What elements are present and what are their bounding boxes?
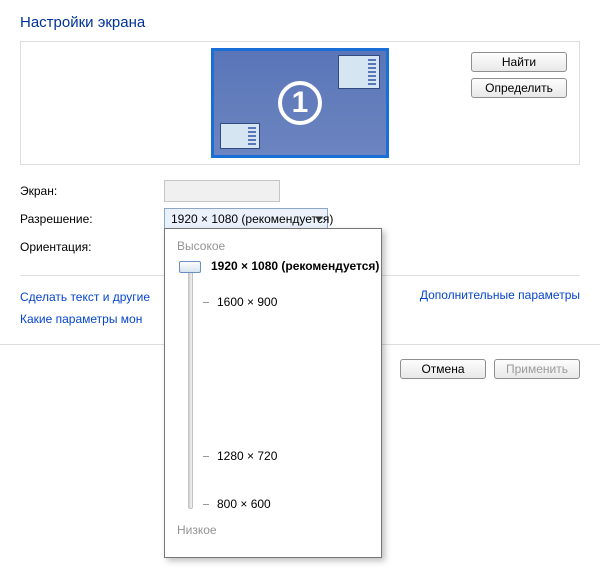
orientation-label: Ориентация: xyxy=(20,240,164,254)
scale-high-label: Высокое xyxy=(177,239,371,253)
chevron-down-icon xyxy=(315,217,323,222)
monitor-preview-area: 1 Найти Определить xyxy=(20,41,580,165)
identify-button[interactable]: Определить xyxy=(471,78,567,98)
tick-mark-icon xyxy=(203,504,209,505)
page-title: Настройки экрана xyxy=(0,0,600,41)
resolution-option-label: 1280 × 720 xyxy=(217,449,277,463)
resolution-dropdown-popup: Высокое 1920 × 1080 (рекомендуется) 1600 … xyxy=(164,228,382,558)
monitor-preview[interactable]: 1 xyxy=(211,48,389,158)
text-size-link[interactable]: Сделать текст и другие xyxy=(20,290,150,304)
resolution-option[interactable]: 1920 × 1080 (рекомендуется) xyxy=(203,259,369,273)
cancel-button[interactable]: Отмена xyxy=(400,359,486,379)
screen-label: Экран: xyxy=(20,184,164,198)
resolution-option[interactable]: 800 × 600 xyxy=(203,497,369,511)
screen-select[interactable] xyxy=(164,180,280,202)
resolution-option-label: 1920 × 1080 (рекомендуется) xyxy=(211,259,379,273)
resolution-option-label: 1600 × 900 xyxy=(217,295,277,309)
tick-mark-icon xyxy=(203,456,209,457)
resolution-option[interactable]: 1600 × 900 xyxy=(203,295,369,309)
resolution-option-label: 800 × 600 xyxy=(217,497,271,511)
scale-low-label: Низкое xyxy=(177,523,371,537)
apply-button[interactable]: Применить xyxy=(494,359,580,379)
resolution-label: Разрешение: xyxy=(20,212,164,226)
tick-mark-icon xyxy=(203,302,209,303)
resolution-select[interactable]: 1920 × 1080 (рекомендуется) xyxy=(164,208,328,230)
additional-params-link[interactable]: Дополнительные параметры xyxy=(420,284,580,306)
resolution-option[interactable]: 1280 × 720 xyxy=(203,449,369,463)
which-params-link[interactable]: Какие параметры мон xyxy=(20,312,142,326)
resolution-slider[interactable]: 1920 × 1080 (рекомендуется) 1600 × 900 128… xyxy=(179,259,371,521)
slider-track xyxy=(188,267,193,509)
slider-thumb[interactable] xyxy=(179,261,201,273)
monitor-number-badge: 1 xyxy=(278,81,322,125)
window-thumbnail-icon xyxy=(220,123,260,149)
window-thumbnail-icon xyxy=(338,55,380,89)
find-button[interactable]: Найти xyxy=(471,52,567,72)
